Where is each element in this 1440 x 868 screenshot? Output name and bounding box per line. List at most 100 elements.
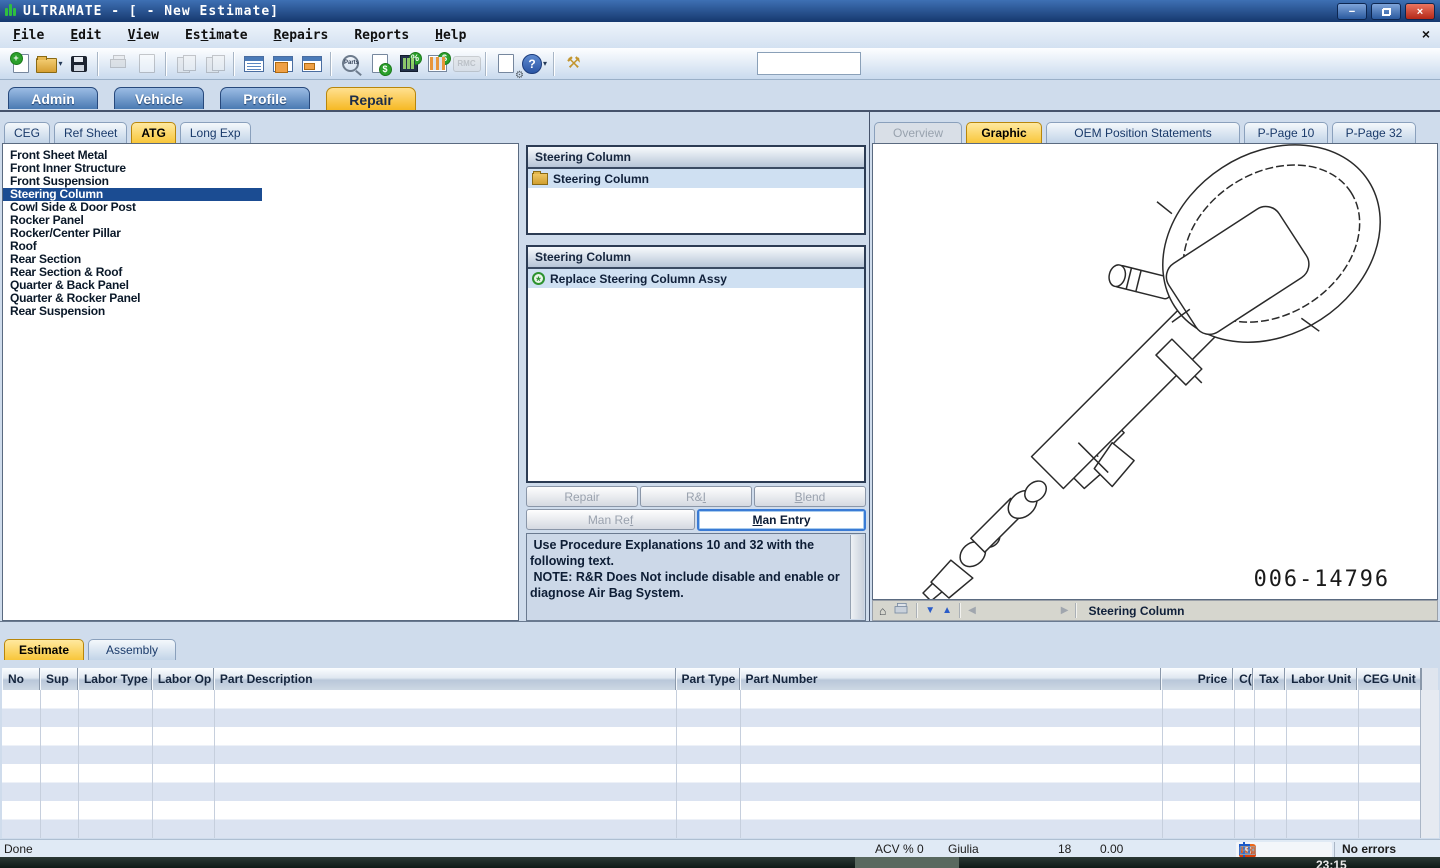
toolbar-separator (97, 52, 99, 76)
next-graphic-icon[interactable]: ▼ (925, 606, 935, 616)
tab-p-page-32[interactable]: P-Page 32 (1332, 122, 1416, 143)
column-header-price[interactable]: Price (1161, 668, 1233, 690)
import-pages-icon (177, 55, 195, 73)
estimate-table-scrollbar[interactable] (1420, 690, 1439, 838)
folder-icon (532, 173, 548, 185)
r-and-i-button: R&I (640, 486, 752, 507)
tools-icon: ⚒ (566, 56, 580, 72)
tab-p-page-10[interactable]: P-Page 10 (1244, 122, 1328, 143)
tab-admin[interactable]: Admin (8, 87, 98, 109)
status-bar: Done ACV % 0 Giulia 18 0.00 S ’, ⌨ No er… (0, 839, 1440, 858)
repair-tools-button[interactable]: ⚙ (491, 51, 520, 77)
tab-atg[interactable]: ATG (131, 122, 175, 143)
operation-item[interactable]: Replace Steering Column Assy (528, 269, 864, 288)
bottom-panel-view-button[interactable] (297, 51, 326, 77)
toolbar-quick-input[interactable] (757, 52, 861, 75)
save-floppy-icon (71, 56, 87, 72)
configure-button[interactable]: ⚒ (559, 51, 588, 77)
rmc-icon: RMC (453, 56, 481, 72)
calculator-button[interactable]: % (394, 51, 423, 77)
column-header-tax[interactable]: Tax (1253, 668, 1285, 690)
tab-vehicle[interactable]: Vehicle (114, 87, 204, 109)
graphic-canvas[interactable]: 006-14796 (872, 143, 1438, 600)
menu-repairs[interactable]: Repairs (261, 28, 342, 43)
help-button[interactable]: ?▾ (520, 51, 549, 77)
column-header-labor-unit[interactable]: Labor Unit (1285, 668, 1357, 690)
estimate-table-body[interactable] (2, 690, 1420, 838)
main-tab-bar: Admin Vehicle Profile Repair (8, 87, 416, 111)
document-close-icon[interactable]: × (1422, 26, 1430, 42)
open-estimate-button[interactable]: ▾ (35, 51, 64, 77)
tab-estimate[interactable]: Estimate (4, 639, 84, 660)
column-header-ceg-unit[interactable]: CEG Unit (1357, 668, 1421, 690)
save-button[interactable] (64, 51, 93, 77)
print-button (103, 51, 132, 77)
column-header-labor-type[interactable]: Labor Type (78, 668, 152, 690)
print-preview-button (132, 51, 161, 77)
column-header-sup[interactable]: Sup (40, 668, 78, 690)
close-button[interactable]: × (1405, 3, 1435, 20)
split-view-button[interactable] (268, 51, 297, 77)
tab-oem-position-statements[interactable]: OEM Position Statements (1046, 122, 1240, 143)
previous-graphic-icon[interactable]: ▲ (942, 606, 952, 616)
ime-keyboard-icon[interactable]: ⌨ (1239, 844, 1256, 858)
calculator-icon: % (400, 55, 418, 72)
parts-search-button[interactable]: Parts (336, 51, 365, 77)
tab-long-exp[interactable]: Long Exp (180, 122, 251, 143)
print-graphic-icon[interactable] (893, 602, 909, 619)
status-message: Done (4, 842, 33, 856)
list-item[interactable]: Rocker/Center Pillar (3, 227, 518, 240)
tab-ref-sheet[interactable]: Ref Sheet (54, 122, 127, 143)
ultramate-window: ULTRAMATE - [ - New Estimate] − × File E… (0, 0, 1440, 868)
parts-label: Parts (344, 60, 359, 66)
menu-reports[interactable]: Reports (341, 28, 422, 43)
totals-button[interactable]: $ (365, 51, 394, 77)
group-item[interactable]: Steering Column (528, 169, 864, 188)
column-header-c[interactable]: C( (1233, 668, 1253, 690)
menu-edit[interactable]: Edit (57, 28, 114, 43)
tab-assembly[interactable]: Assembly (88, 639, 176, 660)
minimize-button[interactable]: − (1337, 3, 1367, 20)
totals-page-icon: $ (372, 54, 388, 73)
column-header-part-type[interactable]: Part Type (676, 668, 740, 690)
man-entry-button[interactable]: Man Entry (697, 509, 866, 531)
column-header-part-description[interactable]: Part Description (214, 668, 676, 690)
home-icon[interactable]: ⌂ (879, 605, 886, 617)
column-header-no[interactable]: No (2, 668, 40, 690)
list-item[interactable]: Rear Suspension (3, 305, 518, 318)
lines-view-button[interactable] (239, 51, 268, 77)
rmc-button: RMC (452, 51, 481, 77)
restore-button[interactable] (1371, 3, 1401, 20)
menu-view[interactable]: View (115, 28, 172, 43)
taskbar-clock: 23:15 (1316, 858, 1347, 868)
open-folder-icon (36, 58, 57, 73)
tab-graphic[interactable]: Graphic (966, 122, 1042, 143)
action-button-row-1: Repair R&I Blend (526, 486, 866, 507)
procedure-note: Use Procedure Explanations 10 and 32 wit… (526, 533, 866, 621)
export-estimate-button (200, 51, 229, 77)
steering-column-diagram[interactable]: 006-14796 (873, 144, 1437, 599)
lines-view-icon (244, 56, 264, 72)
tab-divider (0, 110, 1440, 112)
menu-file[interactable]: File (0, 28, 57, 43)
dropdown-caret-icon: ▾ (58, 59, 62, 68)
tab-ceg[interactable]: CEG (4, 122, 50, 143)
menu-estimate[interactable]: Estimate (172, 28, 261, 43)
split-view-icon (273, 56, 293, 72)
column-header-part-number[interactable]: Part Number (740, 668, 1162, 690)
graphic-nav-bar: ⌂ ▼ ▲ ◀ ▶ Steering Column (872, 600, 1438, 621)
page-left-icon: ◀ (968, 606, 976, 616)
tab-profile[interactable]: Profile (220, 87, 310, 109)
note-scrollbar[interactable] (850, 535, 864, 619)
export-pages-icon (206, 55, 224, 73)
column-header-labor-op[interactable]: Labor Op (152, 668, 214, 690)
app-logo-icon (5, 4, 16, 16)
group-panel-header: Steering Column (528, 147, 864, 169)
rates-table-button[interactable]: $ (423, 51, 452, 77)
tab-repair[interactable]: Repair (326, 87, 416, 111)
status-line-count: 18 (1058, 842, 1071, 856)
new-estimate-button[interactable]: + (6, 51, 35, 77)
menu-help[interactable]: Help (422, 28, 479, 43)
menubar: File Edit View Estimate Repairs Reports … (0, 22, 1440, 49)
repair-button: Repair (526, 486, 638, 507)
